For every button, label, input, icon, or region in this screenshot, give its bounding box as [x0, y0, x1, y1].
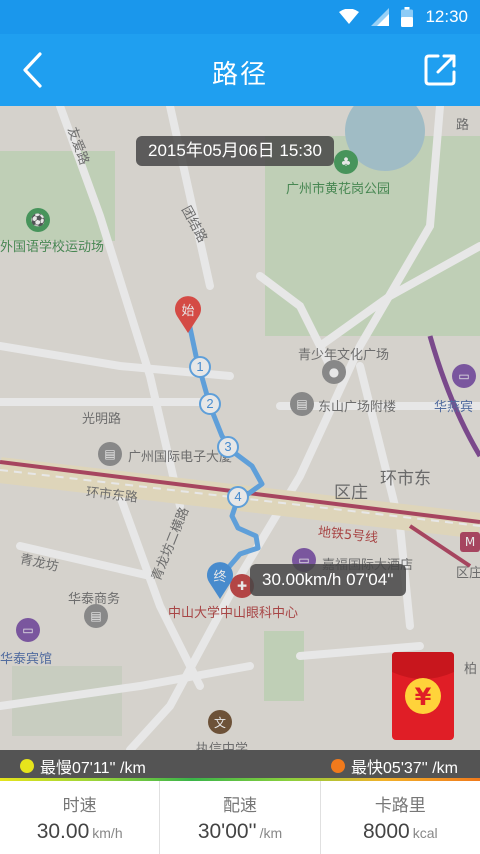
school-poi-icon: 文: [208, 710, 232, 734]
checkpoint-marker-2[interactable]: 2: [199, 393, 221, 415]
stat-speed: 时速 30.00 km/h: [0, 781, 159, 854]
battery-icon: [401, 7, 414, 27]
start-marker[interactable]: 始: [174, 296, 202, 334]
stat-calories-value-row: 8000 kcal: [321, 820, 480, 844]
slowest-pace: 最慢07'11'' /km: [20, 754, 146, 778]
stat-speed-label: 时速: [62, 796, 97, 816]
checkpoint-marker-1[interactable]: 1: [189, 356, 211, 378]
end-marker-label: 终: [213, 569, 226, 585]
map-label-zhixin: 执信中学: [196, 742, 249, 750]
page-title: 路径: [211, 60, 268, 90]
route-map[interactable]: 外国语学校运动场 广州市黄花岗公园 青少年文化广场 东山广场附楼 华燕宾 光明路…: [0, 106, 480, 750]
status-bar: 12:30: [0, 0, 480, 34]
office-poi-icon: ▤: [98, 442, 122, 466]
building-poi-icon: ▤: [290, 392, 314, 416]
map-label-guangming: 光明路: [82, 412, 122, 427]
fastest-pace-text: 最快05'37'' /km: [351, 760, 458, 777]
hotel-poi-icon-3: ▭: [16, 618, 40, 642]
map-label-district: 区庄: [334, 483, 368, 503]
stat-calories-value: 8000: [363, 820, 410, 843]
app-bar: 路径: [0, 34, 480, 106]
stat-pace-label: 配速: [222, 796, 257, 816]
fast-dot-icon: [331, 759, 346, 773]
map-label-huayan: 华燕宾: [434, 400, 474, 415]
yuan-icon: ¥: [415, 683, 432, 711]
route-date-badge: 2015年05月06日 15:30: [136, 136, 334, 166]
wifi-icon: [339, 9, 360, 24]
slowest-pace-text: 最慢07'11'' /km: [40, 760, 146, 777]
map-label-huanshi-dong: 环市东: [380, 469, 431, 489]
end-speed-tooltip: 30.00km/h 07'04'': [250, 564, 406, 596]
park-poi-icon: ♣: [334, 150, 358, 174]
stat-speed-value-row: 30.00 km/h: [0, 820, 159, 844]
business-poi-icon: ▤: [84, 604, 108, 628]
slow-dot-icon: [20, 759, 34, 773]
checkpoint-marker-4[interactable]: 4: [227, 486, 249, 508]
map-label-eye-center: 中山大学中山眼科中心: [168, 606, 299, 621]
status-time: 12:30: [425, 7, 468, 26]
plaza-poi-icon: ●: [322, 360, 346, 384]
map-label-dongshan: 东山广场附楼: [318, 400, 397, 415]
status-icons: 12:30: [339, 6, 468, 28]
sports-poi-icon: ⚽: [26, 208, 50, 232]
stat-speed-unit: km/h: [92, 825, 123, 841]
stats-panel: 时速 30.00 km/h 配速 30'00''/km 卡路里 8000 kcal: [0, 781, 480, 854]
stat-speed-value: 30.00: [36, 820, 90, 843]
share-button[interactable]: [416, 46, 464, 94]
map-label-huatai-hotel: 华泰宾馆: [0, 652, 53, 667]
stat-calories-label: 卡路里: [374, 796, 426, 816]
map-label-metro-station: 区庄: [456, 566, 480, 581]
stat-pace-unit: /km: [259, 825, 283, 841]
start-marker-label: 始: [181, 304, 194, 319]
stat-calories-unit: kcal: [412, 825, 438, 841]
hotel-poi-icon: ▭: [452, 364, 476, 388]
share-icon: [424, 54, 456, 86]
pace-bar: 最慢07'11'' /km 最快05'37'' /km: [0, 750, 480, 778]
end-marker[interactable]: 终: [206, 562, 234, 600]
fastest-pace: 最快05'37'' /km: [331, 754, 458, 778]
red-packet-button[interactable]: ¥: [392, 652, 454, 740]
map-label-youth-palace: 青少年文化广场: [298, 348, 390, 363]
stat-pace-value-row: 30'00''/km: [160, 820, 319, 844]
map-label-school-field: 外国语学校运动场: [0, 240, 105, 255]
map-label-bai: 柏: [464, 662, 478, 677]
stat-calories: 卡路里 8000 kcal: [319, 781, 480, 854]
checkpoint-marker-3[interactable]: 3: [217, 436, 239, 458]
signal-icon: [371, 8, 390, 26]
stat-pace-value: 30'00'': [197, 820, 257, 843]
stat-pace: 配速 30'00''/km: [159, 781, 319, 854]
map-label-road-top: 路: [456, 118, 470, 133]
metro-poi-icon: M: [460, 532, 480, 552]
map-label-park: 广州市黄花岗公园: [286, 182, 391, 197]
